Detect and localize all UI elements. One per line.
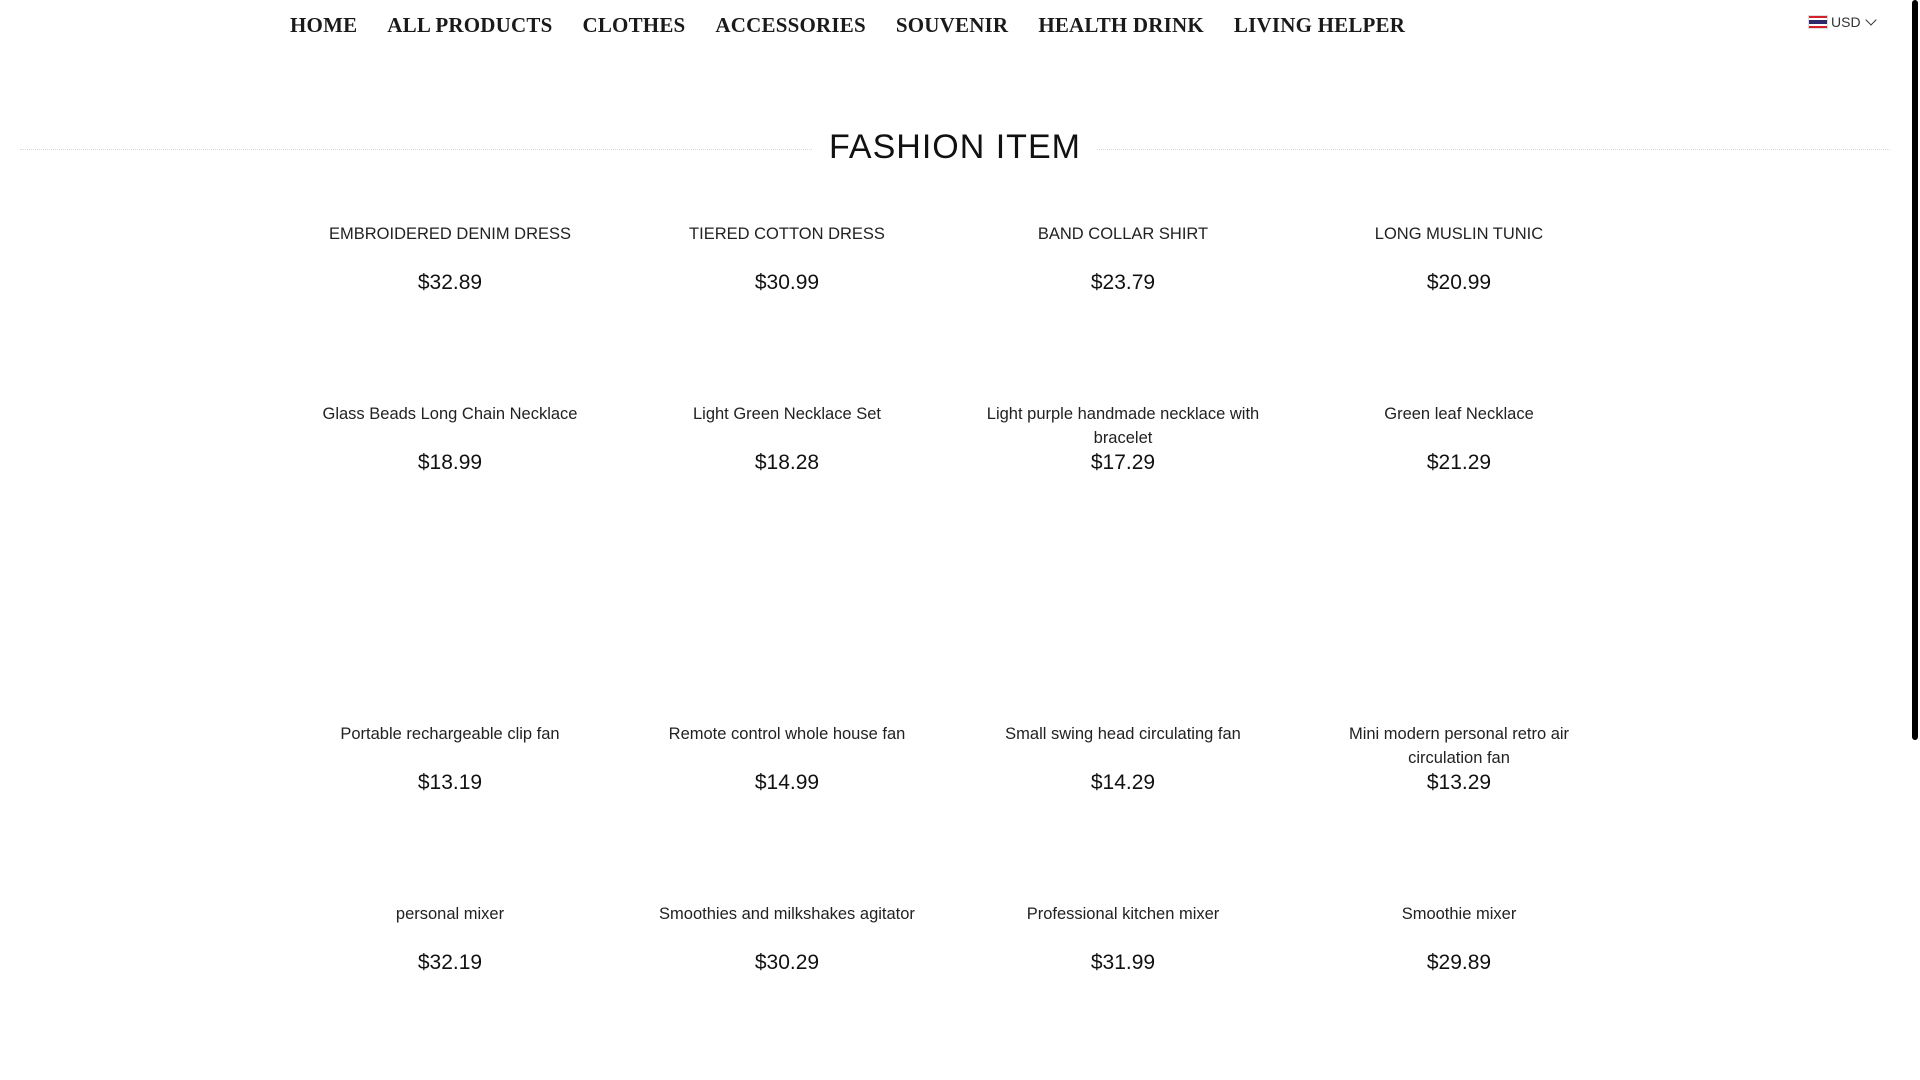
nav-accessories[interactable]: ACCESSORIES — [715, 13, 865, 38]
product-card[interactable]: LONG MUSLIN TUNIC $20.99 — [1314, 222, 1604, 296]
product-price: $17.29 — [1090, 451, 1156, 474]
product-name[interactable]: Light purple handmade necklace with brac… — [978, 402, 1268, 450]
nav-all-products[interactable]: ALL PRODUCTS — [387, 13, 552, 38]
product-price: $14.29 — [1090, 771, 1156, 794]
product-name[interactable]: Smoothie mixer — [1314, 902, 1604, 950]
product-name[interactable]: Remote control whole house fan — [642, 722, 932, 770]
product-name[interactable]: Professional kitchen mixer — [978, 902, 1268, 950]
product-card[interactable]: Remote control whole house fan $14.99 — [642, 722, 932, 796]
product-name[interactable]: BAND COLLAR SHIRT — [978, 222, 1268, 270]
product-price: $13.19 — [417, 771, 483, 794]
product-name[interactable]: personal mixer — [305, 902, 595, 950]
product-price: $32.89 — [417, 271, 483, 294]
section-header: FASHION ITEM — [20, 120, 1890, 180]
product-name[interactable]: Small swing head circulating fan — [978, 722, 1268, 770]
page: HOME ALL PRODUCTS CLOTHES ACCESSORIES SO… — [0, 0, 1920, 1080]
product-card[interactable]: Green leaf Necklace $21.29 — [1314, 402, 1604, 476]
product-price: $31.99 — [1090, 951, 1156, 974]
thailand-flag-icon — [1808, 15, 1828, 29]
product-price: $21.29 — [1426, 451, 1492, 474]
product-card[interactable]: Smoothie mixer $29.89 — [1314, 902, 1604, 976]
scrollbar-thumb[interactable] — [1912, 0, 1918, 740]
nav-clothes[interactable]: CLOTHES — [582, 13, 685, 38]
product-card[interactable]: Mini modern personal retro air circulati… — [1314, 722, 1604, 796]
currency-label: USD — [1831, 14, 1861, 30]
product-price: $23.79 — [1090, 271, 1156, 294]
product-card[interactable]: Light purple handmade necklace with brac… — [978, 402, 1268, 476]
product-name[interactable]: TIERED COTTON DRESS — [642, 222, 932, 270]
product-price: $18.99 — [417, 451, 483, 474]
section-title: FASHION ITEM — [20, 120, 1890, 174]
product-card[interactable]: EMBROIDERED DENIM DRESS $32.89 — [305, 222, 595, 296]
currency-selector[interactable]: USD — [1808, 13, 1877, 30]
product-name[interactable]: Portable rechargeable clip fan — [305, 722, 595, 770]
product-card[interactable]: personal mixer $32.19 — [305, 902, 595, 976]
product-card[interactable]: Professional kitchen mixer $31.99 — [978, 902, 1268, 976]
nav-souvenir[interactable]: SOUVENIR — [896, 13, 1008, 38]
main-nav: HOME ALL PRODUCTS CLOTHES ACCESSORIES SO… — [290, 0, 1435, 50]
product-card[interactable]: Light Green Necklace Set $18.28 — [642, 402, 932, 476]
product-name[interactable]: LONG MUSLIN TUNIC — [1314, 222, 1604, 270]
product-price: $32.19 — [417, 951, 483, 974]
product-name[interactable]: Smoothies and milkshakes agitator — [642, 902, 932, 950]
product-name[interactable]: Light Green Necklace Set — [642, 402, 932, 450]
product-price: $18.28 — [754, 451, 820, 474]
product-price: $14.99 — [754, 771, 820, 794]
product-card[interactable]: TIERED COTTON DRESS $30.99 — [642, 222, 932, 296]
product-price: $30.29 — [754, 951, 820, 974]
nav-home[interactable]: HOME — [290, 13, 357, 38]
product-name[interactable]: Glass Beads Long Chain Necklace — [305, 402, 595, 450]
product-price: $13.29 — [1426, 771, 1492, 794]
product-price: $29.89 — [1426, 951, 1492, 974]
product-card[interactable]: Glass Beads Long Chain Necklace $18.99 — [305, 402, 595, 476]
product-card[interactable]: Smoothies and milkshakes agitator $30.29 — [642, 902, 932, 976]
product-name[interactable]: Green leaf Necklace — [1314, 402, 1604, 450]
scrollbar[interactable] — [1910, 0, 1920, 1080]
product-name[interactable]: Mini modern personal retro air circulati… — [1314, 722, 1604, 770]
chevron-down-icon — [1864, 13, 1877, 26]
nav-living-helper[interactable]: LIVING HELPER — [1234, 13, 1405, 38]
product-card[interactable]: Small swing head circulating fan $14.29 — [978, 722, 1268, 796]
nav-health-drink[interactable]: HEALTH DRINK — [1038, 13, 1204, 38]
product-price: $30.99 — [754, 271, 820, 294]
product-price: $20.99 — [1426, 271, 1492, 294]
product-card[interactable]: BAND COLLAR SHIRT $23.79 — [978, 222, 1268, 296]
product-card[interactable]: Portable rechargeable clip fan $13.19 — [305, 722, 595, 796]
product-name[interactable]: EMBROIDERED DENIM DRESS — [305, 222, 595, 270]
